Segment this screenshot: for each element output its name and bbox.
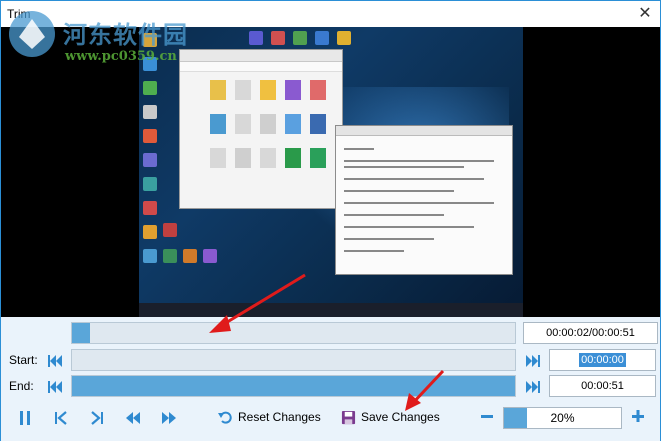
start-slider[interactable] (71, 349, 516, 371)
desktop-icon (143, 225, 157, 239)
desktop-icon (183, 249, 197, 263)
reset-changes-label: Reset Changes (238, 410, 321, 424)
desktop-icon (163, 223, 177, 237)
minus-icon (481, 415, 493, 418)
desktop-icon (143, 129, 157, 143)
desktop-icon (203, 249, 217, 263)
desktop-icon (293, 31, 307, 45)
watermark-logo-icon (9, 11, 55, 57)
annotation-arrow (405, 369, 445, 411)
watermark: 河东软件园 www.pc0359.cn (5, 7, 215, 67)
document-editor-window (335, 125, 513, 275)
reset-changes-button[interactable]: Reset Changes (217, 405, 321, 429)
start-skip-back-icon[interactable] (47, 353, 63, 369)
step-forward-icon[interactable] (89, 410, 105, 426)
trim-window: Trim ✕ 河东软件园 www.pc0359.cn 00:00:02/00:0… (0, 0, 661, 441)
start-time-value: 00:00:00 (579, 353, 626, 367)
desktop-icon (143, 153, 157, 167)
rewind-icon[interactable] (125, 410, 141, 426)
desktop-icon (337, 31, 351, 45)
pause-icon[interactable] (17, 410, 33, 426)
floppy-disk-icon (341, 410, 356, 424)
desktop-icon (143, 81, 157, 95)
start-time-input[interactable]: 00:00:00 (549, 349, 656, 371)
watermark-url: www.pc0359.cn (65, 49, 177, 64)
zoom-out-button[interactable] (479, 408, 495, 427)
video-frame (139, 27, 523, 317)
current-time-display: 00:00:02/00:00:51 (523, 322, 658, 344)
desktop-icon (163, 249, 177, 263)
close-button[interactable]: ✕ (634, 3, 656, 25)
desktop-icon (249, 31, 263, 45)
end-skip-back-icon[interactable] (47, 379, 63, 395)
annotation-arrow (209, 273, 306, 333)
undo-icon (218, 411, 232, 424)
video-preview[interactable] (1, 27, 660, 317)
desktop-icon (315, 31, 329, 45)
zoom-value: 20% (550, 411, 575, 425)
plus-icon (632, 410, 644, 422)
zoom-slider[interactable]: 20% (503, 407, 622, 429)
step-back-icon[interactable] (53, 410, 69, 426)
desktop-icon (143, 201, 157, 215)
taskbar (139, 303, 523, 317)
desktop-icon (271, 31, 285, 45)
end-label: End: (9, 379, 34, 393)
fast-forward-icon[interactable] (161, 410, 177, 426)
explorer-window (179, 49, 343, 209)
start-label: Start: (9, 353, 38, 367)
end-time-value: 00:00:51 (581, 380, 624, 392)
end-skip-forward-icon[interactable] (525, 379, 541, 395)
current-time-text: 00:00:02/00:00:51 (546, 327, 635, 339)
zoom-in-button[interactable] (630, 408, 646, 427)
timeline-progress (72, 323, 90, 343)
watermark-text: 河东软件园 (63, 20, 188, 49)
desktop-icon (143, 177, 157, 191)
desktop-icon (143, 249, 157, 263)
start-skip-forward-icon[interactable] (525, 353, 541, 369)
desktop-icon (143, 105, 157, 119)
end-slider[interactable] (71, 375, 516, 397)
end-time-input[interactable]: 00:00:51 (549, 375, 656, 397)
